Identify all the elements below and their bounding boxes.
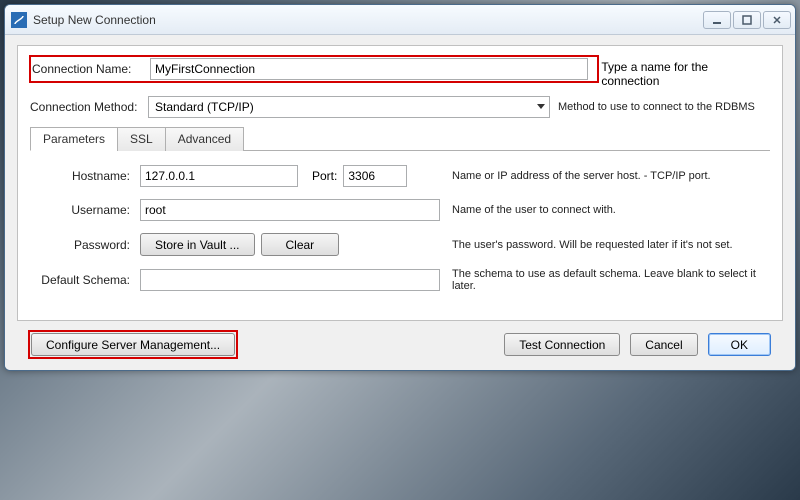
default-schema-input[interactable] bbox=[140, 269, 440, 291]
connection-method-select[interactable]: Standard (TCP/IP) bbox=[148, 96, 550, 118]
tab-ssl[interactable]: SSL bbox=[117, 127, 166, 151]
tab-parameters[interactable]: Parameters bbox=[30, 127, 118, 151]
hostname-input[interactable] bbox=[140, 165, 298, 187]
default-schema-descr: The schema to use as default schema. Lea… bbox=[440, 268, 766, 292]
port-input[interactable] bbox=[343, 165, 407, 187]
password-descr: The user's password. Will be requested l… bbox=[440, 239, 766, 251]
tab-page-parameters: Hostname: Port: Name or IP address of th… bbox=[30, 151, 770, 308]
store-in-vault-button[interactable]: Store in Vault ... bbox=[140, 233, 255, 256]
minimize-button[interactable] bbox=[703, 11, 731, 29]
configure-server-management-button[interactable]: Configure Server Management... bbox=[31, 333, 235, 356]
title-bar: Setup New Connection bbox=[5, 5, 795, 35]
dialog-window: Setup New Connection Connection Name: bbox=[4, 4, 796, 371]
dialog-body: Connection Name: Type a name for the con… bbox=[5, 35, 795, 370]
connection-method-descr: Method to use to connect to the RDBMS bbox=[558, 101, 770, 113]
connection-name-label: Connection Name: bbox=[32, 62, 150, 76]
connection-method-value: Standard (TCP/IP) bbox=[155, 100, 254, 114]
clear-password-button[interactable]: Clear bbox=[261, 233, 340, 256]
test-connection-button[interactable]: Test Connection bbox=[504, 333, 620, 356]
footer: Configure Server Management... Test Conn… bbox=[17, 321, 783, 370]
window-title: Setup New Connection bbox=[33, 13, 156, 27]
ok-button[interactable]: OK bbox=[708, 333, 771, 356]
password-label: Password: bbox=[34, 238, 140, 252]
main-panel: Connection Name: Type a name for the con… bbox=[17, 45, 783, 321]
app-icon bbox=[11, 12, 27, 28]
connection-name-descr: Type a name for the connection bbox=[601, 60, 708, 88]
hostname-label: Hostname: bbox=[34, 169, 140, 183]
username-descr: Name of the user to connect with. bbox=[440, 204, 766, 216]
username-label: Username: bbox=[34, 203, 140, 217]
cancel-button[interactable]: Cancel bbox=[630, 333, 697, 356]
tab-advanced[interactable]: Advanced bbox=[165, 127, 244, 151]
default-schema-label: Default Schema: bbox=[34, 273, 140, 287]
tab-bar: Parameters SSL Advanced bbox=[30, 126, 770, 151]
connection-method-label: Connection Method: bbox=[30, 100, 148, 114]
hostname-descr: Name or IP address of the server host. -… bbox=[440, 170, 766, 182]
close-button[interactable] bbox=[763, 11, 791, 29]
username-input[interactable] bbox=[140, 199, 440, 221]
connection-name-input[interactable] bbox=[150, 58, 588, 80]
port-label: Port: bbox=[312, 169, 337, 183]
chevron-down-icon bbox=[537, 104, 545, 109]
maximize-button[interactable] bbox=[733, 11, 761, 29]
